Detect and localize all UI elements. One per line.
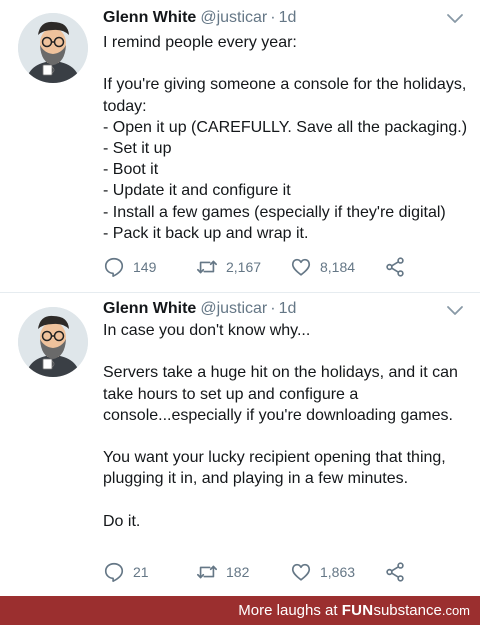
tweet-line: - Install a few games (especially if the… bbox=[103, 203, 446, 221]
tweet[interactable]: Glenn White @justicar · 1d In case you don'… bbox=[0, 292, 480, 596]
tweet-line: In case you don't know why... bbox=[103, 322, 311, 339]
share-button[interactable] bbox=[384, 561, 406, 583]
retweet-button[interactable]: 2,167 bbox=[196, 256, 261, 278]
like-count: 1,863 bbox=[320, 564, 356, 580]
tweet-line: - Update it and configure it bbox=[103, 182, 291, 200]
separator-dot: · bbox=[270, 300, 276, 317]
user-handle[interactable]: @justicar bbox=[200, 300, 267, 317]
tweet-header: Glenn White @justicar · 1d bbox=[103, 6, 296, 30]
tweet-line: Do it. bbox=[103, 512, 141, 530]
share-icon bbox=[386, 257, 404, 277]
footer-text: More laughs at FUNsubstance.com bbox=[238, 596, 470, 625]
timestamp[interactable]: 1d bbox=[279, 9, 297, 26]
footer-brand-fun: FUN bbox=[341, 602, 374, 619]
retweet-button[interactable]: 182 bbox=[196, 561, 249, 583]
like-count: 8,184 bbox=[320, 259, 356, 275]
reply-button[interactable]: 149 bbox=[103, 256, 156, 278]
reply-count: 21 bbox=[133, 564, 149, 580]
reply-icon bbox=[104, 257, 124, 277]
retweet-icon bbox=[197, 565, 217, 579]
display-name[interactable]: Glenn White bbox=[103, 9, 196, 26]
retweet-icon bbox=[197, 260, 217, 274]
tweet-line: - Pack it back up and wrap it. bbox=[103, 224, 309, 242]
tweet-line: - Open it up (CAREFULLY. Save all the pa… bbox=[103, 118, 468, 136]
chevron-down-icon[interactable] bbox=[446, 13, 464, 25]
timestamp[interactable]: 1d bbox=[279, 300, 297, 317]
display-name[interactable]: Glenn White bbox=[103, 300, 196, 317]
tweet[interactable]: Glenn White @justicar · 1d I remind people … bbox=[0, 0, 480, 292]
tweet-line: - Boot it bbox=[103, 161, 159, 179]
tweet-text: I remind people every year: If you're gi… bbox=[103, 32, 473, 244]
avatar[interactable] bbox=[18, 307, 88, 377]
footer-prefix: More laughs at bbox=[238, 602, 338, 619]
tweet-line: You want your lucky recipient opening th… bbox=[103, 449, 446, 467]
watermark-footer: More laughs at FUNsubstance.com bbox=[0, 596, 480, 625]
tweet-actions: 21 182 1,863 bbox=[103, 561, 423, 583]
like-button[interactable]: 8,184 bbox=[290, 256, 355, 278]
tweet-line: take hours to set up and configure a bbox=[103, 385, 359, 403]
footer-brand-substance: substance bbox=[373, 602, 442, 619]
avatar[interactable] bbox=[18, 13, 88, 83]
like-icon bbox=[291, 258, 311, 276]
separator-dot: · bbox=[270, 9, 276, 26]
user-handle[interactable]: @justicar bbox=[200, 9, 267, 26]
tweet-line: I remind people every year: bbox=[103, 34, 297, 51]
retweet-count: 182 bbox=[226, 564, 250, 580]
like-icon bbox=[291, 563, 311, 581]
reply-icon bbox=[104, 562, 124, 582]
tweet-actions: 149 2,167 8,184 bbox=[103, 256, 423, 278]
tweet-header: Glenn White @justicar · 1d bbox=[103, 297, 296, 321]
tweet-line: Servers take a huge hit on the holidays,… bbox=[103, 364, 458, 382]
footer-brand-tld: .com bbox=[441, 603, 470, 618]
reply-button[interactable]: 21 bbox=[103, 561, 149, 583]
share-button[interactable] bbox=[384, 256, 406, 278]
tweet-line: plugging it in, and playing in a few min… bbox=[103, 470, 409, 488]
like-button[interactable]: 1,863 bbox=[290, 561, 355, 583]
chevron-down-icon[interactable] bbox=[446, 305, 464, 317]
tweet-line: today: bbox=[103, 97, 147, 115]
tweet-line: console...especially if you're downloadi… bbox=[103, 406, 453, 424]
tweet-text: In case you don't know why... Servers ta… bbox=[103, 320, 473, 532]
retweet-count: 2,167 bbox=[226, 259, 262, 275]
reply-count: 149 bbox=[133, 259, 157, 275]
tweet-line: - Set it up bbox=[103, 139, 172, 157]
tweet-line: If you're giving someone a console for t… bbox=[103, 76, 467, 94]
share-icon bbox=[386, 562, 404, 582]
